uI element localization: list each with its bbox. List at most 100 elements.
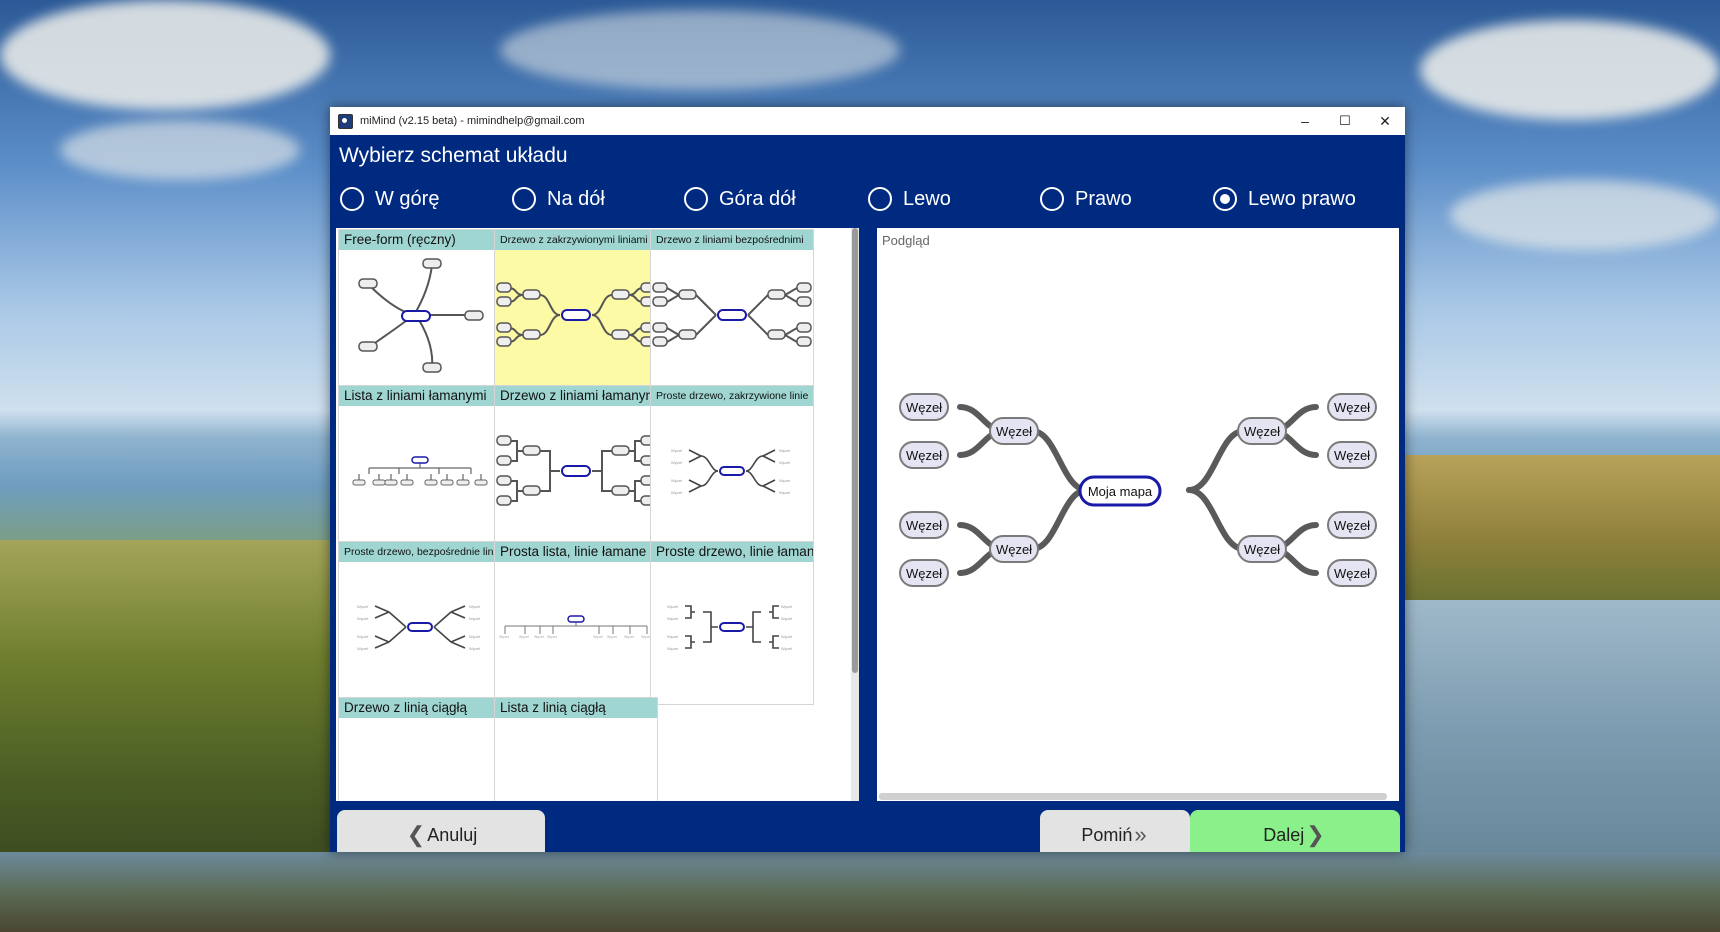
preview-node: Węzeł: [1327, 559, 1377, 587]
layout-tile-label: Drzewo z linią ciągłą: [339, 698, 501, 718]
svg-text:Węzeł: Węzeł: [779, 490, 790, 495]
radio-circle: [684, 187, 708, 211]
direction-radio-group: W górę Na dół Góra dół Lewo Prawo Lewo p…: [340, 187, 1400, 217]
layout-tile-simple-direct[interactable]: Proste drzewo, bezpośrednie linie Węzeł W…: [338, 541, 502, 705]
svg-text:Węzeł: Węzeł: [781, 646, 792, 651]
preview-root-node: Moja mapa: [1078, 475, 1162, 507]
layout-tile-direct-tree[interactable]: Drzewo z liniami bezpośrednimi: [650, 229, 814, 393]
layout-thumbnail: [495, 406, 657, 548]
preview-node: Węzeł: [899, 393, 949, 421]
layout-tile-broken-list[interactable]: Lista z liniami łamanymi: [338, 385, 502, 549]
gallery-scrollbar[interactable]: [851, 228, 859, 801]
radio-circle: [512, 187, 536, 211]
svg-text:Węzeł: Węzeł: [469, 646, 480, 651]
node-label: Węzeł: [906, 448, 942, 463]
radio-label: Prawo: [1075, 187, 1132, 210]
layout-tile-label: Proste drzewo, zakrzywione linie: [651, 386, 813, 406]
layout-tile-curved-tree[interactable]: Drzewo z zakrzywionymi liniami: [494, 229, 658, 393]
window-title: miMind (v2.15 beta) - mimindhelp@gmail.c…: [360, 115, 585, 127]
node-label: Węzeł: [1334, 400, 1370, 415]
svg-text:Węzeł: Węzeł: [779, 460, 790, 465]
node-label: Węzeł: [906, 566, 942, 581]
svg-text:Węzeł: Węzeł: [357, 616, 368, 621]
close-icon[interactable]: ✕: [1365, 107, 1405, 135]
svg-text:Węzeł: Węzeł: [607, 635, 617, 639]
radio-down[interactable]: Na dół: [512, 187, 605, 211]
layout-thumbnail: [495, 250, 657, 392]
svg-text:Węzeł: Węzeł: [667, 634, 678, 639]
next-label: Dalej: [1263, 824, 1305, 845]
node-label: Węzeł: [1244, 424, 1280, 439]
node-label: Węzeł: [1334, 566, 1370, 581]
layout-gallery[interactable]: Free-form (ręczny) Drzewo z zakrzywionym…: [336, 228, 859, 801]
layout-tile-simple-curved[interactable]: Proste drzewo, zakrzywione linie Węzeł Wę…: [650, 385, 814, 549]
layout-tile-label: Drzewo z zakrzywionymi liniami: [495, 230, 657, 250]
preview-node: Węzeł: [1327, 393, 1377, 421]
cancel-button[interactable]: ❮ Anuluj: [337, 810, 545, 852]
preview-node: Węzeł: [989, 535, 1039, 563]
layout-thumbnail: Węzeł Węzeł Węzeł Węzeł Węzeł Węzeł Węzeł Węze…: [651, 562, 813, 704]
layout-tile-simple-broken[interactable]: Proste drzewo, linie łamane Węzeł Węzeł Wę…: [650, 541, 814, 705]
node-label: Węzeł: [996, 424, 1032, 439]
radio-left-right[interactable]: Lewo prawo: [1213, 187, 1356, 211]
radio-up-down[interactable]: Góra dół: [684, 187, 796, 211]
svg-text:Węzeł: Węzeł: [671, 448, 682, 453]
layout-tile-free-form[interactable]: Free-form (ręczny): [338, 229, 502, 393]
preview-panel: Podgląd Węzeł Węzeł Węzeł Węzeł Węzeł Wę…: [877, 228, 1399, 801]
radio-up[interactable]: W górę: [340, 187, 439, 211]
preview-scrollbar[interactable]: [879, 793, 1387, 800]
page-title: Wybierz schemat układu: [339, 144, 568, 167]
layout-thumbnail: [339, 718, 501, 801]
app-icon: [338, 113, 353, 129]
layout-thumbnail: [339, 406, 501, 548]
svg-text:Węzeł: Węzeł: [534, 635, 544, 639]
radio-circle-checked: [1213, 187, 1237, 211]
next-button[interactable]: Dalej ❯: [1190, 810, 1400, 852]
node-label: Węzeł: [1244, 542, 1280, 557]
svg-text:Węzeł: Węzeł: [779, 478, 790, 483]
layout-tile-solid-list[interactable]: Lista z linią ciągłą: [494, 697, 658, 801]
layout-tile-label: Lista z linią ciągłą: [495, 698, 657, 718]
layout-thumbnail: [339, 250, 501, 392]
svg-text:Węzeł: Węzeł: [357, 634, 368, 639]
layout-tile-simple-list[interactable]: Prosta lista, linie łamane Węzeł Węzeł Węz…: [494, 541, 658, 705]
preview-node: Węzeł: [1237, 417, 1287, 445]
svg-text:Węzeł: Węzeł: [519, 635, 529, 639]
svg-text:Węzeł: Węzeł: [779, 448, 790, 453]
node-label: Węzeł: [996, 542, 1032, 557]
scrollbar-thumb[interactable]: [852, 228, 858, 673]
svg-text:Węzeł: Węzeł: [671, 490, 682, 495]
preview-node: Węzeł: [1237, 535, 1287, 563]
chevron-right-icon: ❯: [1306, 822, 1325, 847]
node-label: Węzeł: [1334, 518, 1370, 533]
minimize-icon[interactable]: –: [1285, 107, 1325, 135]
preview-node: Węzeł: [899, 441, 949, 469]
radio-label: Góra dół: [719, 187, 796, 210]
radio-circle: [340, 187, 364, 211]
skip-label: Pomiń: [1081, 824, 1133, 845]
svg-text:Węzeł: Węzeł: [667, 646, 678, 651]
svg-text:Węzeł: Węzeł: [671, 460, 682, 465]
radio-label: W górę: [375, 187, 440, 210]
layout-thumbnail: Węzeł Węzeł Węzeł Węzeł Węzeł Węzeł Węzeł Węze…: [495, 562, 657, 704]
svg-text:Węzeł: Węzeł: [547, 635, 557, 639]
radio-right[interactable]: Prawo: [1040, 187, 1132, 211]
layout-tile-broken-tree[interactable]: Drzewo z liniami łamanymi: [494, 385, 658, 549]
svg-text:Węzeł: Węzeł: [624, 635, 634, 639]
radio-left[interactable]: Lewo: [868, 187, 951, 211]
layout-tile-label: Proste drzewo, linie łamane: [651, 542, 813, 562]
node-label: Węzeł: [906, 518, 942, 533]
preview-mindmap: Węzeł Węzeł Węzeł Węzeł Węzeł Węzeł Węze…: [899, 393, 1377, 587]
layout-tile-label: Free-form (ręczny): [339, 230, 501, 250]
skip-button[interactable]: Pomiń »: [1040, 810, 1190, 852]
svg-text:Węzeł: Węzeł: [499, 635, 509, 639]
preview-node: Węzeł: [1327, 441, 1377, 469]
preview-node: Węzeł: [899, 559, 949, 587]
layout-tile-label: Drzewo z liniami bezpośrednimi: [651, 230, 813, 250]
svg-text:Węzeł: Węzeł: [781, 616, 792, 621]
maximize-icon[interactable]: ☐: [1325, 107, 1365, 135]
svg-text:Węzeł: Węzeł: [357, 604, 368, 609]
svg-text:Węzeł: Węzeł: [469, 616, 480, 621]
node-label: Węzeł: [906, 400, 942, 415]
layout-tile-solid-tree[interactable]: Drzewo z linią ciągłą: [338, 697, 502, 801]
